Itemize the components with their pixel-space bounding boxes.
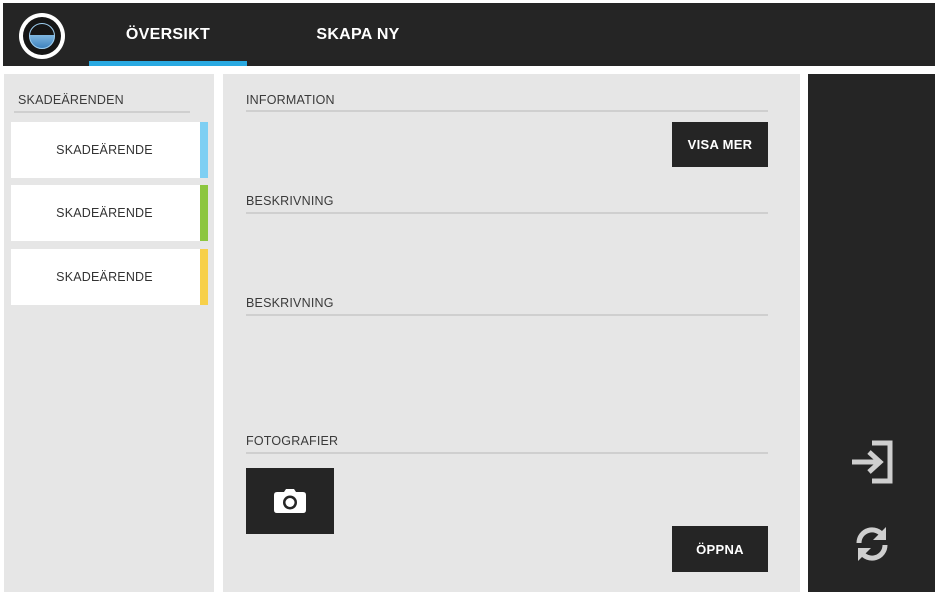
case-item-label: SKADEÄRENDE: [56, 270, 153, 284]
tab-overview-label: ÖVERSIKT: [125, 25, 211, 43]
case-item-label: SKADEÄRENDE: [56, 143, 153, 157]
active-tab-indicator: [89, 61, 247, 66]
logo-disc: [29, 23, 55, 49]
description-divider-2: [246, 314, 768, 316]
case-item-2[interactable]: SKADEÄRENDE: [11, 185, 208, 241]
logo-ring: [23, 17, 61, 55]
case-status-stripe: [200, 185, 208, 241]
action-rail: [808, 74, 935, 592]
description-heading-1: BESKRIVNING: [246, 194, 334, 208]
camera-icon: [274, 489, 306, 513]
information-heading: INFORMATION: [246, 93, 335, 107]
tab-create-new-label: SKAPA NY: [316, 25, 400, 43]
login-icon: [852, 440, 893, 484]
photos-heading: FOTOGRAFIER: [246, 434, 339, 448]
top-bar: ÖVERSIKT SKAPA NY: [3, 3, 935, 66]
add-photo-button[interactable]: [246, 468, 334, 534]
tab-create-new[interactable]: SKAPA NY: [279, 3, 437, 66]
tab-overview[interactable]: ÖVERSIKT: [89, 3, 247, 66]
sidebar-title: SKADEÄRENDEN: [18, 93, 124, 107]
case-status-stripe: [200, 122, 208, 178]
case-sidebar: SKADEÄRENDEN SKADEÄRENDE SKADEÄRENDE SKA…: [4, 74, 214, 592]
photos-divider: [246, 452, 768, 454]
login-button[interactable]: [848, 438, 896, 486]
sidebar-divider: [14, 111, 190, 113]
app-logo[interactable]: [19, 13, 65, 59]
case-detail-panel: INFORMATION VISA MER BESKRIVNING BESKRIV…: [223, 74, 800, 592]
refresh-button[interactable]: [848, 520, 896, 568]
case-item-3[interactable]: SKADEÄRENDE: [11, 249, 208, 305]
case-status-stripe: [200, 249, 208, 305]
description-divider-1: [246, 212, 768, 214]
description-heading-2: BESKRIVNING: [246, 296, 334, 310]
refresh-icon: [856, 527, 888, 561]
show-more-button[interactable]: VISA MER: [672, 122, 768, 167]
case-item-1[interactable]: SKADEÄRENDE: [11, 122, 208, 178]
open-button[interactable]: ÖPPNA: [672, 526, 768, 572]
case-item-label: SKADEÄRENDE: [56, 206, 153, 220]
information-divider: [246, 110, 768, 112]
